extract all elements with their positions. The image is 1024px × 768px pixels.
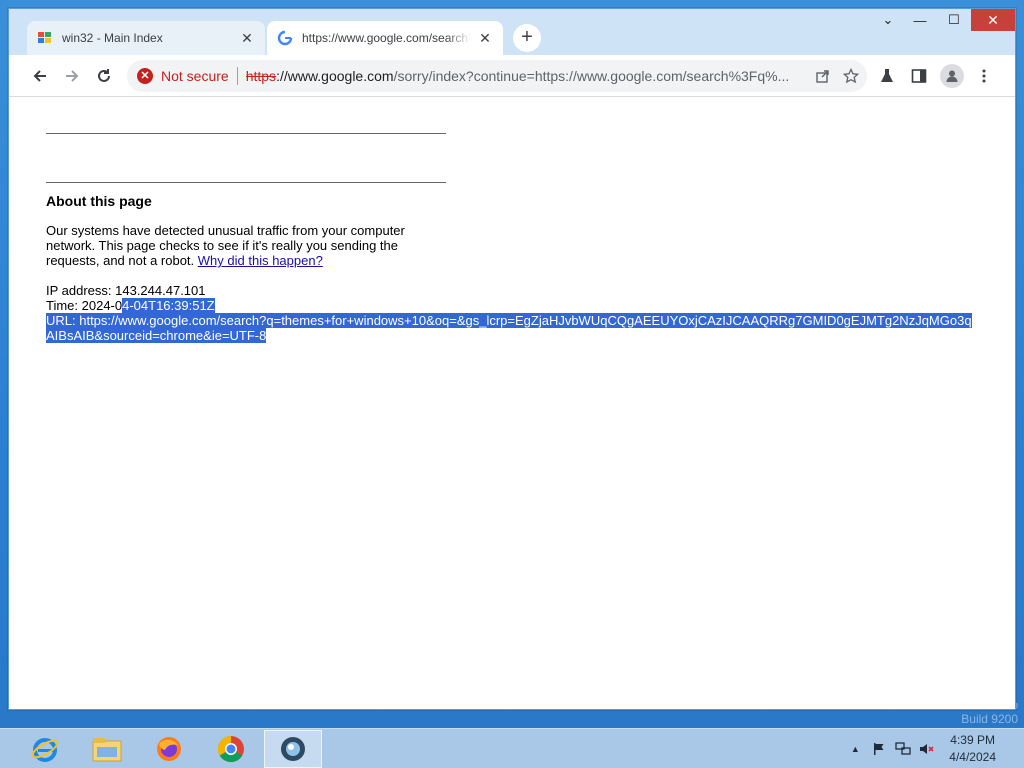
- divider: [236, 67, 238, 85]
- tab-search-chevron-icon[interactable]: ⌄: [873, 9, 903, 31]
- show-hidden-icons-arrow[interactable]: ▲: [845, 739, 865, 759]
- file-explorer-icon[interactable]: [78, 730, 136, 768]
- network-icon[interactable]: [893, 739, 913, 759]
- tab-close-icon[interactable]: ✕: [477, 30, 493, 46]
- address-bar[interactable]: ✕ Not secure https://www.google.com/sorr…: [127, 60, 867, 92]
- tab-win32-main-index[interactable]: win32 - Main Index ✕: [27, 21, 265, 55]
- labs-flask-icon[interactable]: [875, 64, 899, 88]
- clock-time: 4:39 PM: [950, 733, 995, 747]
- divider: [46, 133, 446, 134]
- page-content: About this page Our systems have detecte…: [9, 97, 1015, 709]
- url-text[interactable]: https://www.google.com/sorry/index?conti…: [246, 68, 811, 84]
- url-host: ://www.google.com: [276, 68, 394, 84]
- action-center-flag-icon[interactable]: [869, 739, 889, 759]
- url-selected-text: URL: https://www.google.com/search?q=the…: [46, 313, 972, 343]
- url-scheme: https: [245, 68, 277, 84]
- request-info: IP address: 143.244.47.101 Time: 2024-04…: [46, 283, 976, 343]
- why-did-this-happen-link[interactable]: Why did this happen?: [198, 253, 323, 268]
- back-icon[interactable]: [28, 64, 52, 88]
- forward-icon[interactable]: [60, 64, 84, 88]
- google-icon: [277, 30, 293, 46]
- not-secure-icon[interactable]: ✕: [137, 68, 153, 84]
- profile-avatar-icon[interactable]: [940, 64, 964, 88]
- clock-date: 4/4/2024: [949, 750, 996, 764]
- taskbar: ▲ 4:39 PM 4/4/2024: [0, 728, 1024, 768]
- clock[interactable]: 4:39 PM 4/4/2024: [949, 732, 996, 766]
- unusual-traffic-paragraph: Our systems have detected unusual traffi…: [46, 223, 426, 268]
- ip-address-line: IP address: 143.244.47.101: [46, 283, 206, 298]
- volume-muted-icon[interactable]: [917, 739, 937, 759]
- new-tab-button[interactable]: +: [513, 24, 541, 52]
- reload-icon[interactable]: [92, 64, 116, 88]
- url-path: /sorry/index?continue=https://www.google…: [393, 68, 790, 84]
- tab-close-icon[interactable]: ✕: [239, 30, 255, 46]
- active-app-icon[interactable]: [264, 730, 322, 768]
- time-line: Time: 2024-04-04T16:39:51Z: [46, 298, 976, 313]
- time-prefix: Time: 2024-0: [46, 298, 123, 313]
- time-selected-text: 4-04T16:39:51Z: [122, 298, 215, 313]
- maximize-button[interactable]: ☐: [937, 9, 971, 31]
- menu-kebab-icon[interactable]: [972, 64, 996, 88]
- tab-strip: win32 - Main Index ✕ https://www.google.…: [9, 9, 1015, 55]
- bookmark-star-icon[interactable]: [839, 64, 863, 88]
- window-controls: ⌄ — ☐ ✕: [873, 9, 1015, 39]
- browser-window: win32 - Main Index ✕ https://www.google.…: [8, 8, 1016, 710]
- tab-google-search[interactable]: https://www.google.com/search?q=themes+f…: [267, 21, 503, 55]
- side-panel-icon[interactable]: [907, 64, 931, 88]
- windows-flag-icon: [37, 30, 53, 46]
- browser-toolbar: ✕ Not secure https://www.google.com/sorr…: [9, 55, 1015, 97]
- system-tray: ▲ 4:39 PM 4/4/2024: [843, 729, 1024, 768]
- security-label[interactable]: Not secure: [161, 68, 229, 84]
- firefox-icon[interactable]: [140, 730, 198, 768]
- divider: [46, 182, 446, 183]
- url-line: URL: https://www.google.com/search?q=the…: [46, 313, 976, 343]
- chrome-icon[interactable]: [202, 730, 260, 768]
- tab-title: win32 - Main Index: [62, 31, 163, 45]
- close-window-button[interactable]: ✕: [971, 9, 1015, 31]
- internet-explorer-icon[interactable]: [16, 730, 74, 768]
- minimize-button[interactable]: —: [903, 9, 937, 31]
- page-heading: About this page: [46, 193, 152, 209]
- tab-title: https://www.google.com/search?q=themes+f…: [302, 31, 471, 45]
- share-icon[interactable]: [811, 64, 835, 88]
